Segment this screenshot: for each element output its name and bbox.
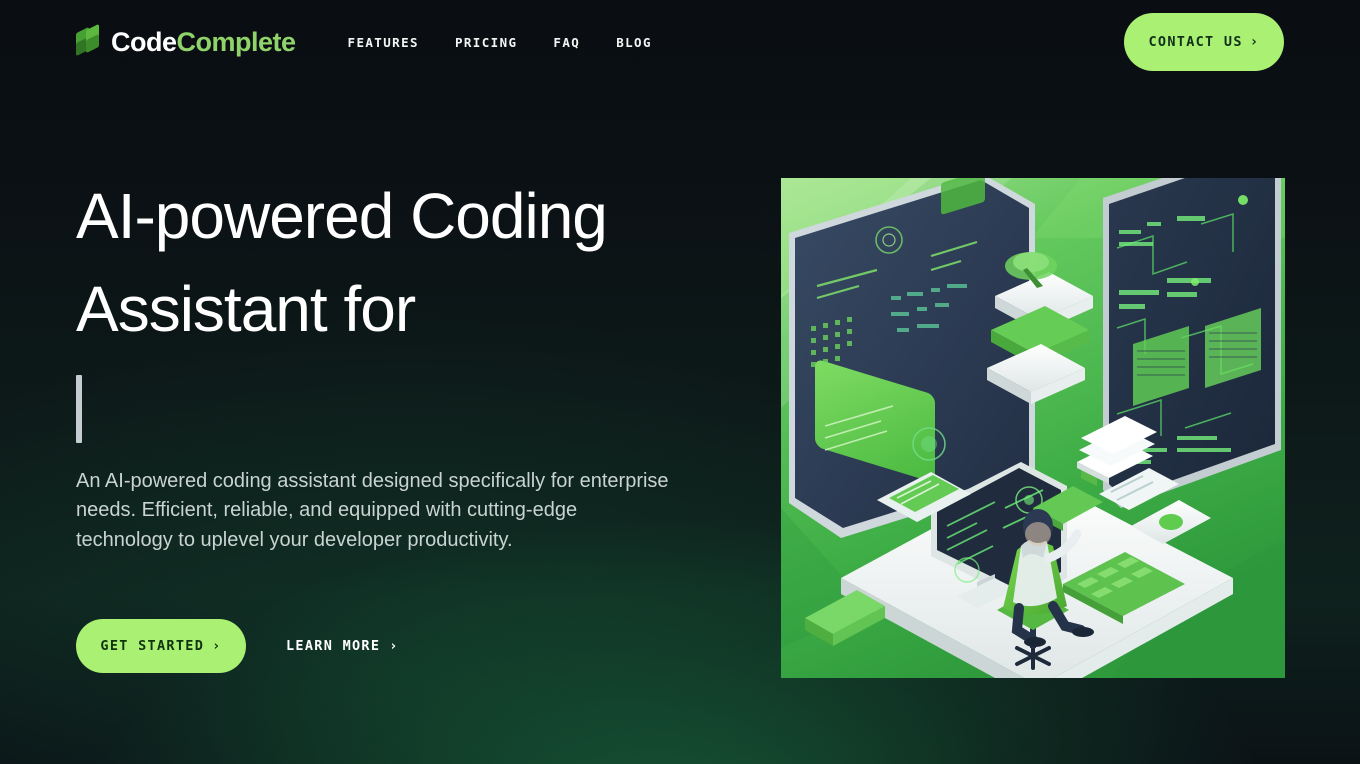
get-started-label: GET STARTED	[100, 638, 205, 654]
landing-page: CodeComplete FEATURES PRICING FAQ BLOG C…	[0, 0, 1360, 764]
hero-cta-row: GET STARTED › LEARN MORE ›	[76, 619, 399, 673]
nav-item-faq[interactable]: FAQ	[553, 35, 580, 50]
chevron-right-icon: ›	[212, 638, 222, 654]
learn-more-label: LEARN MORE	[286, 638, 381, 654]
page-title: AI-powered Coding Assistant for	[76, 180, 608, 346]
brand-name-primary: Code	[111, 26, 177, 57]
learn-more-button[interactable]: LEARN MORE ›	[286, 638, 399, 654]
typing-animation-line	[76, 357, 696, 453]
brand-name: CodeComplete	[111, 26, 297, 57]
brand-name-secondary: Complete	[176, 26, 297, 57]
nav-item-features[interactable]: FEATURES	[348, 35, 419, 50]
nav-item-blog[interactable]: BLOG	[616, 35, 652, 50]
hero-illustration	[781, 178, 1285, 678]
contact-us-label: CONTACT US	[1148, 34, 1243, 50]
hero-copy: AI-powered Coding Assistant for An AI-po…	[76, 170, 696, 555]
main-nav: FEATURES PRICING FAQ BLOG	[348, 35, 652, 50]
typing-cursor-icon	[76, 374, 82, 443]
get-started-button[interactable]: GET STARTED ›	[76, 619, 246, 673]
site-header: CodeComplete FEATURES PRICING FAQ BLOG C…	[0, 0, 1360, 84]
hero-description: An AI-powered coding assistant designed …	[76, 469, 669, 551]
contact-us-button[interactable]: CONTACT US ›	[1124, 13, 1284, 71]
chevron-right-icon: ›	[1249, 34, 1260, 50]
brand-logo[interactable]: CodeComplete	[76, 22, 296, 62]
nav-item-pricing[interactable]: PRICING	[455, 35, 517, 50]
chevron-right-icon: ›	[389, 638, 399, 654]
hero-section: AI-powered Coding Assistant for An AI-po…	[0, 84, 1360, 764]
green-blocks-icon	[76, 23, 102, 57]
isometric-developer-workspace-illustration	[781, 178, 1285, 678]
